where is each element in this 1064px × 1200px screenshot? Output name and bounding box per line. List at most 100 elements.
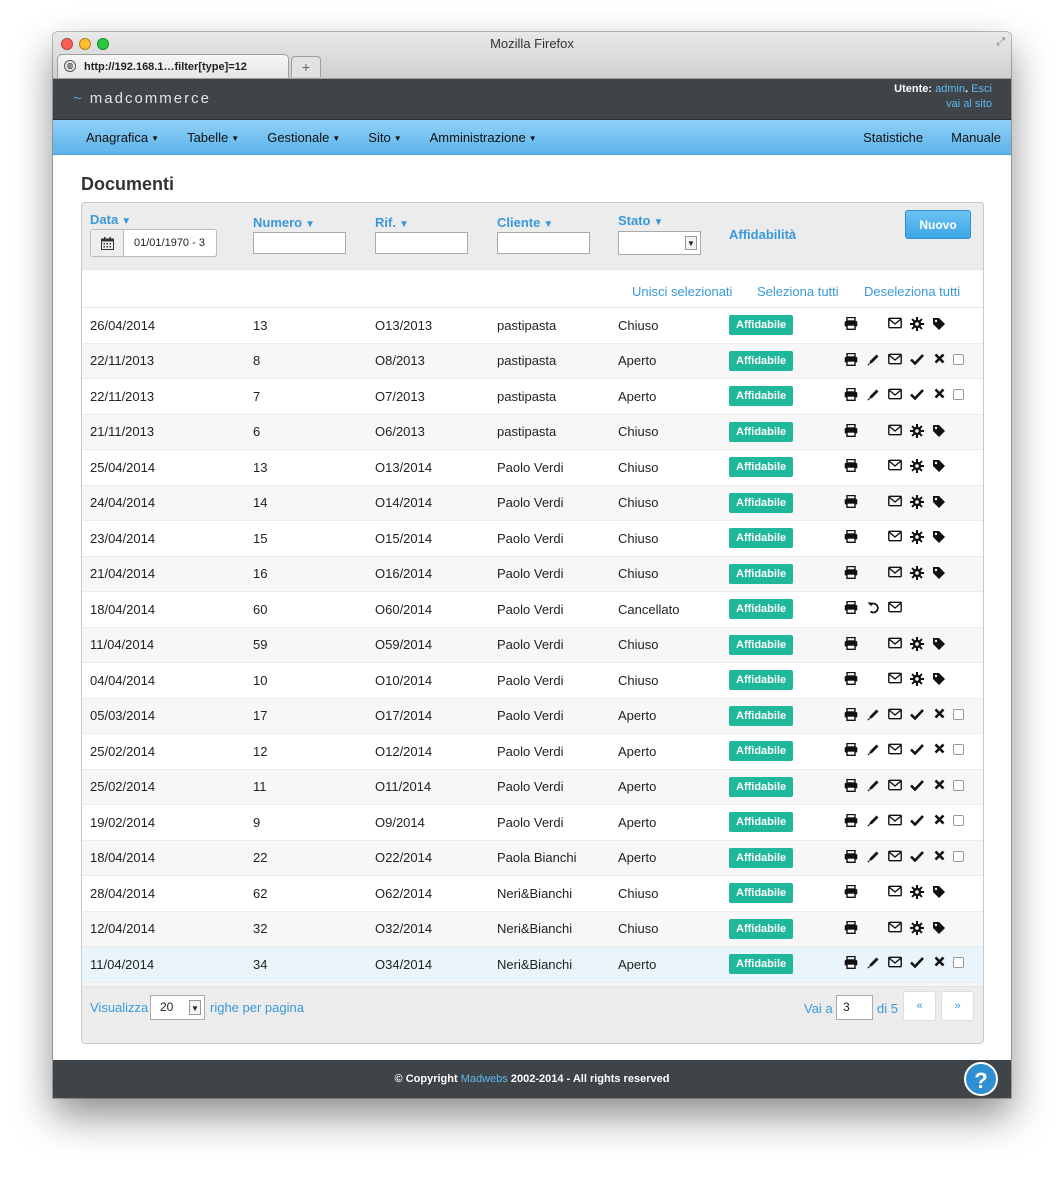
new-document-button[interactable]: Nuovo — [905, 210, 971, 239]
cancel-x-icon[interactable] — [931, 779, 947, 790]
email-icon[interactable] — [887, 850, 903, 862]
settings-gear-icon[interactable] — [909, 423, 925, 438]
nav-tabelle[interactable]: Tabelle ▼ — [187, 130, 239, 145]
nav-statistiche[interactable]: Statistiche — [863, 130, 923, 145]
table-row[interactable]: 11/04/2014 59 O59/2014 Paolo Verdi Chiuso Aff… — [82, 627, 983, 663]
table-row[interactable]: 19/02/2014 9 O9/2014 Paolo Verdi Aperto Affid… — [82, 804, 983, 841]
email-icon[interactable] — [887, 921, 903, 933]
print-icon[interactable] — [843, 636, 859, 650]
affidabilita-header[interactable]: Affidabilità — [729, 227, 796, 242]
print-icon[interactable] — [843, 849, 859, 863]
sort-cliente-header[interactable]: Cliente ▼ — [497, 215, 590, 230]
table-row[interactable]: 21/11/2013 6 O6/2013 pastipasta Chiuso Affida… — [82, 414, 983, 450]
email-icon[interactable] — [887, 459, 903, 471]
numero-filter-input[interactable] — [253, 232, 346, 254]
confirm-check-icon[interactable] — [909, 956, 925, 969]
settings-gear-icon[interactable] — [909, 636, 925, 651]
row-select-checkbox[interactable] — [953, 389, 964, 401]
email-icon[interactable] — [887, 601, 903, 613]
settings-gear-icon[interactable] — [909, 459, 925, 474]
sort-numero-header[interactable]: Numero ▼ — [253, 215, 346, 230]
sort-rif-header[interactable]: Rif. ▼ — [375, 215, 468, 230]
print-icon[interactable] — [843, 743, 859, 757]
print-icon[interactable] — [843, 814, 859, 828]
table-row[interactable]: 23/04/2014 15 O15/2014 Paolo Verdi Chiuso Aff… — [82, 520, 983, 557]
tag-icon[interactable] — [931, 495, 947, 509]
help-button[interactable]: ? — [964, 1062, 998, 1096]
table-row[interactable]: 25/02/2014 12 O12/2014 Paolo Verdi Aperto Aff… — [82, 733, 983, 770]
goto-page-input[interactable]: 3 — [836, 995, 873, 1020]
edit-pencil-icon[interactable] — [865, 850, 881, 863]
row-select-checkbox[interactable] — [953, 815, 964, 827]
nav-sito[interactable]: Sito ▼ — [368, 130, 401, 145]
row-select-checkbox[interactable] — [953, 850, 964, 862]
edit-pencil-icon[interactable] — [865, 956, 881, 969]
row-select-checkbox[interactable] — [953, 353, 964, 365]
confirm-check-icon[interactable] — [909, 850, 925, 862]
settings-gear-icon[interactable] — [909, 920, 925, 935]
stato-filter-select[interactable]: ▼ — [618, 231, 701, 255]
email-icon[interactable] — [887, 495, 903, 507]
confirm-check-icon[interactable] — [909, 353, 925, 365]
settings-gear-icon[interactable] — [909, 885, 925, 900]
tag-icon[interactable] — [931, 921, 947, 935]
email-icon[interactable] — [887, 566, 903, 578]
print-icon[interactable] — [843, 601, 859, 615]
table-row[interactable]: 11/04/2014 34 O34/2014 Neri&Bianchi Aperto Af… — [82, 946, 983, 983]
tag-icon[interactable] — [931, 459, 947, 473]
table-row[interactable]: 18/04/2014 22 O22/2014 Paola Bianchi Aperto A… — [82, 840, 983, 876]
edit-pencil-icon[interactable] — [865, 779, 881, 792]
settings-gear-icon[interactable] — [909, 317, 925, 332]
restore-undo-icon[interactable] — [865, 601, 881, 614]
print-icon[interactable] — [843, 778, 859, 792]
table-row[interactable]: 28/04/2014 62 O62/2014 Neri&Bianchi Chiuso Af… — [82, 875, 983, 912]
rif-filter-input[interactable] — [375, 232, 468, 254]
row-select-checkbox[interactable] — [953, 708, 964, 720]
email-icon[interactable] — [887, 317, 903, 329]
row-select-checkbox[interactable] — [953, 744, 964, 756]
select-all-link[interactable]: Seleziona tutti — [757, 284, 839, 299]
email-icon[interactable] — [887, 672, 903, 684]
print-icon[interactable] — [843, 459, 859, 473]
merge-selected-link[interactable]: Unisci selezionati — [632, 284, 732, 299]
cancel-x-icon[interactable] — [931, 956, 947, 967]
tag-icon[interactable] — [931, 530, 947, 544]
edit-pencil-icon[interactable] — [865, 814, 881, 827]
edit-pencil-icon[interactable] — [865, 388, 881, 401]
table-row[interactable]: 22/11/2013 8 O8/2013 pastipasta Aperto Affida… — [82, 343, 983, 379]
confirm-check-icon[interactable] — [909, 743, 925, 756]
logout-link[interactable]: Esci — [971, 83, 992, 95]
user-name-link[interactable]: admin — [935, 83, 965, 95]
row-select-checkbox[interactable] — [953, 957, 964, 969]
email-icon[interactable] — [887, 424, 903, 436]
cancel-x-icon[interactable] — [931, 708, 947, 719]
cancel-x-icon[interactable] — [931, 353, 947, 364]
settings-gear-icon[interactable] — [909, 565, 925, 580]
sort-data-header[interactable]: Data ▼ — [90, 212, 217, 227]
email-icon[interactable] — [887, 814, 903, 826]
print-icon[interactable] — [843, 956, 859, 970]
cancel-x-icon[interactable] — [931, 388, 947, 399]
table-row[interactable]: 05/03/2014 17 O17/2014 Paolo Verdi Aperto Aff… — [82, 698, 983, 734]
prev-page-button[interactable]: « — [903, 991, 936, 1021]
company-link[interactable]: Madwebs — [461, 1073, 508, 1085]
table-row[interactable]: 04/04/2014 10 O10/2014 Paolo Verdi Chiuso Aff… — [82, 662, 983, 699]
table-row[interactable]: 18/04/2014 60 O60/2014 Paolo Verdi Cancellat… — [82, 591, 983, 628]
new-tab-button[interactable]: + — [291, 56, 321, 77]
email-icon[interactable] — [887, 353, 903, 365]
table-row[interactable]: 21/04/2014 16 O16/2014 Paolo Verdi Chiuso Aff… — [82, 556, 983, 592]
next-page-button[interactable]: » — [941, 991, 974, 1021]
table-row[interactable]: 12/04/2014 32 O32/2014 Neri&Bianchi Chiuso Af… — [82, 911, 983, 947]
nav-manuale[interactable]: Manuale — [951, 130, 1001, 145]
email-icon[interactable] — [887, 956, 903, 968]
fullscreen-icon[interactable]: ⤢ — [996, 36, 1005, 49]
table-row[interactable]: 22/11/2013 7 O7/2013 pastipasta Aperto Affida… — [82, 378, 983, 415]
nav-gestionale[interactable]: Gestionale ▼ — [267, 130, 340, 145]
edit-pencil-icon[interactable] — [865, 353, 881, 366]
cancel-x-icon[interactable] — [931, 743, 947, 754]
print-icon[interactable] — [843, 494, 859, 508]
print-icon[interactable] — [843, 317, 859, 331]
deselect-all-link[interactable]: Deseleziona tutti — [864, 284, 960, 299]
cancel-x-icon[interactable] — [931, 850, 947, 861]
tag-icon[interactable] — [931, 317, 947, 331]
